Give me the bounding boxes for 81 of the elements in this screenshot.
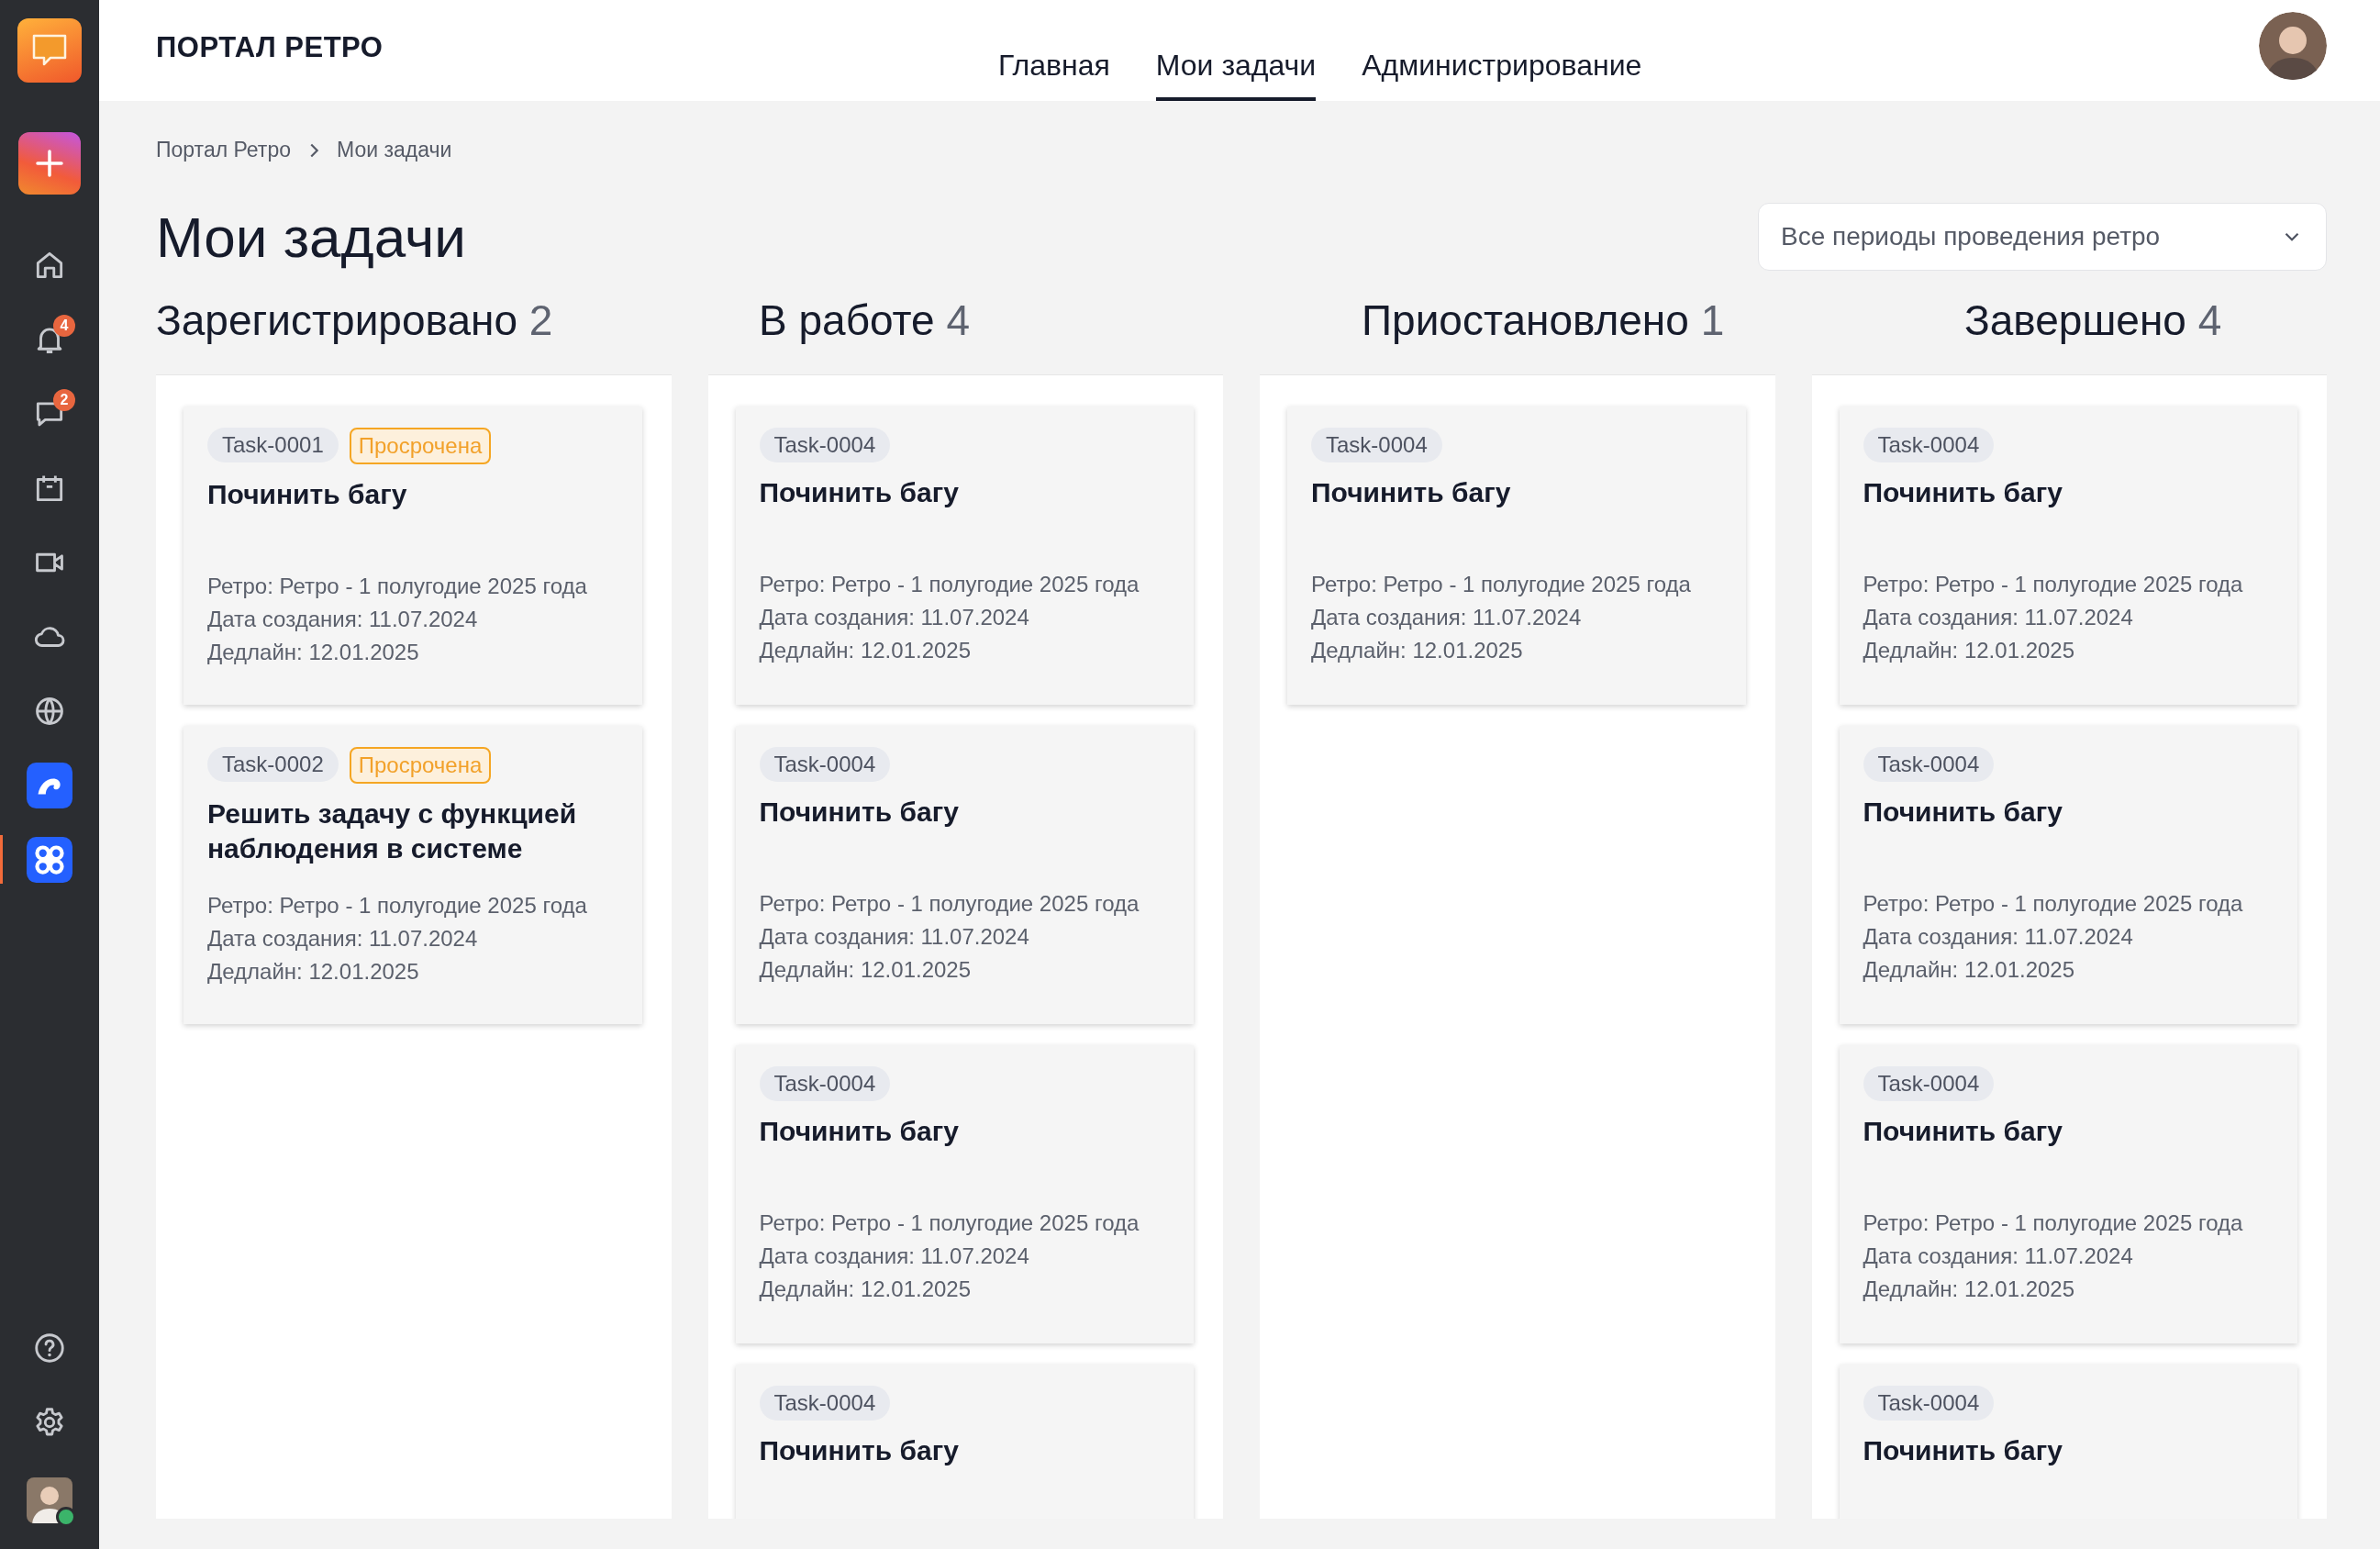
column-heading: Приостановлено 1 — [1362, 295, 1726, 345]
task-deadline: Дедлайн: 12.01.2025 — [759, 1276, 973, 1303]
plus-icon — [34, 148, 65, 179]
task-title: Решить задачу с функцией наблюдения в системе — [207, 797, 578, 865]
task-retro: Ретро: Ретро - 1 полугодие 2025 года — [759, 571, 1140, 598]
task-title: Починить багу — [207, 478, 408, 511]
task-retro: Ретро: Ретро - 1 полугодие 2025 года — [1863, 890, 2244, 918]
task-deadline: Дедлайн: 12.01.2025 — [1311, 637, 1524, 664]
task-deadline: Дедлайн: 12.01.2025 — [759, 637, 973, 664]
task-card[interactable]: Task-0004 Починить багу Ретро: Ретро - 1 полугодие 2025 года Дата создания: 11.07.2024 Дедлайн: 12.01.2025 — [735, 726, 1194, 1024]
task-retro: Ретро: Ретро - 1 полугодие 2025 года — [207, 573, 588, 600]
task-id-tag: Task-0002 — [207, 747, 339, 782]
task-created-date: Дата создания: 11.07.2024 — [759, 604, 1030, 631]
task-card[interactable]: Task-0004 Починить багу Ретро: Ретро - 1 полугодие 2025 года Дата создания: 11.07.2024 Дедлайн: 12.01.2025 — [1839, 726, 2297, 1024]
task-card[interactable]: Task-0004 Починить багу Ретро: Ретро - 1 полугодие 2025 года Дата создания: 11.07.2024 Дедлайн: 12.01.2025 — [735, 407, 1194, 705]
page-title: Мои задачи — [156, 204, 466, 270]
task-id-tag: Task-0004 — [759, 1386, 891, 1421]
task-retro: Ретро: Ретро - 1 полугодие 2025 года — [1311, 571, 1692, 598]
task-retro: Ретро: Ретро - 1 полугодие 2025 года — [759, 1209, 1140, 1237]
task-created-date: Дата создания: 11.07.2024 — [1311, 604, 1583, 631]
task-id-tag: Task-0004 — [759, 747, 891, 782]
task-deadline: Дедлайн: 12.01.2025 — [207, 958, 420, 986]
notification-badge: 4 — [53, 315, 75, 337]
task-title: Починить багу — [1863, 1115, 2063, 1148]
task-retro: Ретро: Ретро - 1 полугодие 2025 года — [1863, 1209, 2244, 1237]
app-logo[interactable] — [17, 18, 82, 83]
task-created-date: Дата создания: 11.07.2024 — [1863, 1243, 2134, 1270]
task-card[interactable]: Task-0001 Просрочена Починить багу Ретро: Ретро - 1 полугодие 2025 года Дата создания: 11.07.2024 Дедлайн: 12.01.2025 — [184, 407, 642, 705]
task-created-date: Дата создания: 11.07.2024 — [759, 1243, 1030, 1270]
task-title: Починить багу — [1863, 796, 2063, 829]
task-created-date: Дата создания: 11.07.2024 — [1863, 923, 2134, 951]
task-card[interactable]: Task-0004 Починить багу Ретро: Ретро - 1 полугодие 2025 года Дата создания: 11.07.2024 Дедлайн: 12.01.2025 — [1287, 407, 1746, 705]
task-card[interactable]: Task-0004 Починить багу Ретро: Ретро - 1 полугодие 2025 года Дата создания: 11.07.2024 Дедлайн: 12.01.2025 — [735, 1045, 1194, 1343]
period-dropdown[interactable]: Все периоды проведения ретро — [1758, 203, 2327, 271]
task-id-tag: Task-0004 — [759, 1066, 891, 1101]
task-title: Починить багу — [759, 796, 960, 829]
task-retro: Ретро: Ретро - 1 полугодие 2025 года — [207, 892, 588, 919]
portal-title: ПОРТАЛ РЕТРО — [156, 30, 384, 65]
task-retro: Ретро: Ретро - 1 полугодие 2025 года — [1863, 571, 2244, 598]
nav-tab[interactable]: Главная — [998, 0, 1110, 101]
notification-badge: 2 — [53, 389, 75, 411]
task-card[interactable]: Task-0004 Починить багу — [735, 1365, 1194, 1519]
task-id-tag: Task-0004 — [1863, 428, 1995, 462]
task-deadline: Дедлайн: 12.01.2025 — [1863, 956, 2076, 984]
nav-tab[interactable]: Администрирование — [1362, 0, 1642, 101]
task-id-tag: Task-0004 — [759, 428, 891, 462]
task-created-date: Дата создания: 11.07.2024 — [207, 925, 479, 953]
task-title: Починить багу — [759, 1434, 960, 1467]
overdue-badge: Просрочена — [349, 747, 492, 784]
task-id-tag: Task-0004 — [1311, 428, 1442, 462]
task-id-tag: Task-0004 — [1863, 1066, 1995, 1101]
task-id-tag: Task-0004 — [1863, 1386, 1995, 1421]
user-avatar[interactable] — [27, 1477, 72, 1523]
task-title: Починить багу — [759, 476, 960, 509]
task-card[interactable]: Task-0002 Просрочена Решить задачу с функцией наблюдения в системе Ретро: Ретро - 1 полугодие 2025 года Дата создания: 11.07.2024 Дедлайн: 12.01.2025 — [184, 726, 642, 1024]
task-deadline: Дедлайн: 12.01.2025 — [1863, 637, 2076, 664]
create-button[interactable] — [18, 132, 81, 195]
task-card[interactable]: Task-0004 Починить багу Ретро: Ретро - 1 полугодие 2025 года Дата создания: 11.07.2024 Дедлайн: 12.01.2025 — [1839, 407, 2297, 705]
task-title: Починить багу — [1311, 476, 1512, 509]
task-title: Починить багу — [1863, 476, 2063, 509]
overdue-badge: Просрочена — [349, 428, 492, 464]
task-deadline: Дедлайн: 12.01.2025 — [1863, 1276, 2076, 1303]
column-heading: Зарегистрировано 2 — [156, 295, 554, 345]
nav-tab[interactable]: Мои задачи — [1155, 0, 1317, 101]
task-card[interactable]: Task-0004 Починить багу — [1839, 1365, 2297, 1519]
task-deadline: Дедлайн: 12.01.2025 — [759, 956, 973, 984]
task-created-date: Дата создания: 11.07.2024 — [759, 923, 1030, 951]
column-heading: Завершено 4 — [1964, 295, 2222, 345]
task-created-date: Дата создания: 11.07.2024 — [207, 606, 479, 633]
task-id-tag: Task-0004 — [1863, 747, 1995, 782]
breadcrumb-link[interactable]: Портал Ретро — [156, 138, 291, 162]
task-title: Починить багу — [759, 1115, 960, 1148]
task-title: Починить багу — [1863, 1434, 2063, 1467]
user-avatar[interactable] — [2259, 12, 2327, 80]
task-retro: Ретро: Ретро - 1 полугодие 2025 года — [759, 890, 1140, 918]
task-created-date: Дата создания: 11.07.2024 — [1863, 604, 2134, 631]
column-heading: В работе 4 — [759, 295, 972, 345]
flower-app-icon — [27, 836, 72, 883]
task-deadline: Дедлайн: 12.01.2025 — [207, 639, 420, 666]
task-card[interactable]: Task-0004 Починить багу Ретро: Ретро - 1 полугодие 2025 года Дата создания: 11.07.2024 Дедлайн: 12.01.2025 — [1839, 1045, 2297, 1343]
task-id-tag: Task-0001 — [207, 428, 339, 462]
